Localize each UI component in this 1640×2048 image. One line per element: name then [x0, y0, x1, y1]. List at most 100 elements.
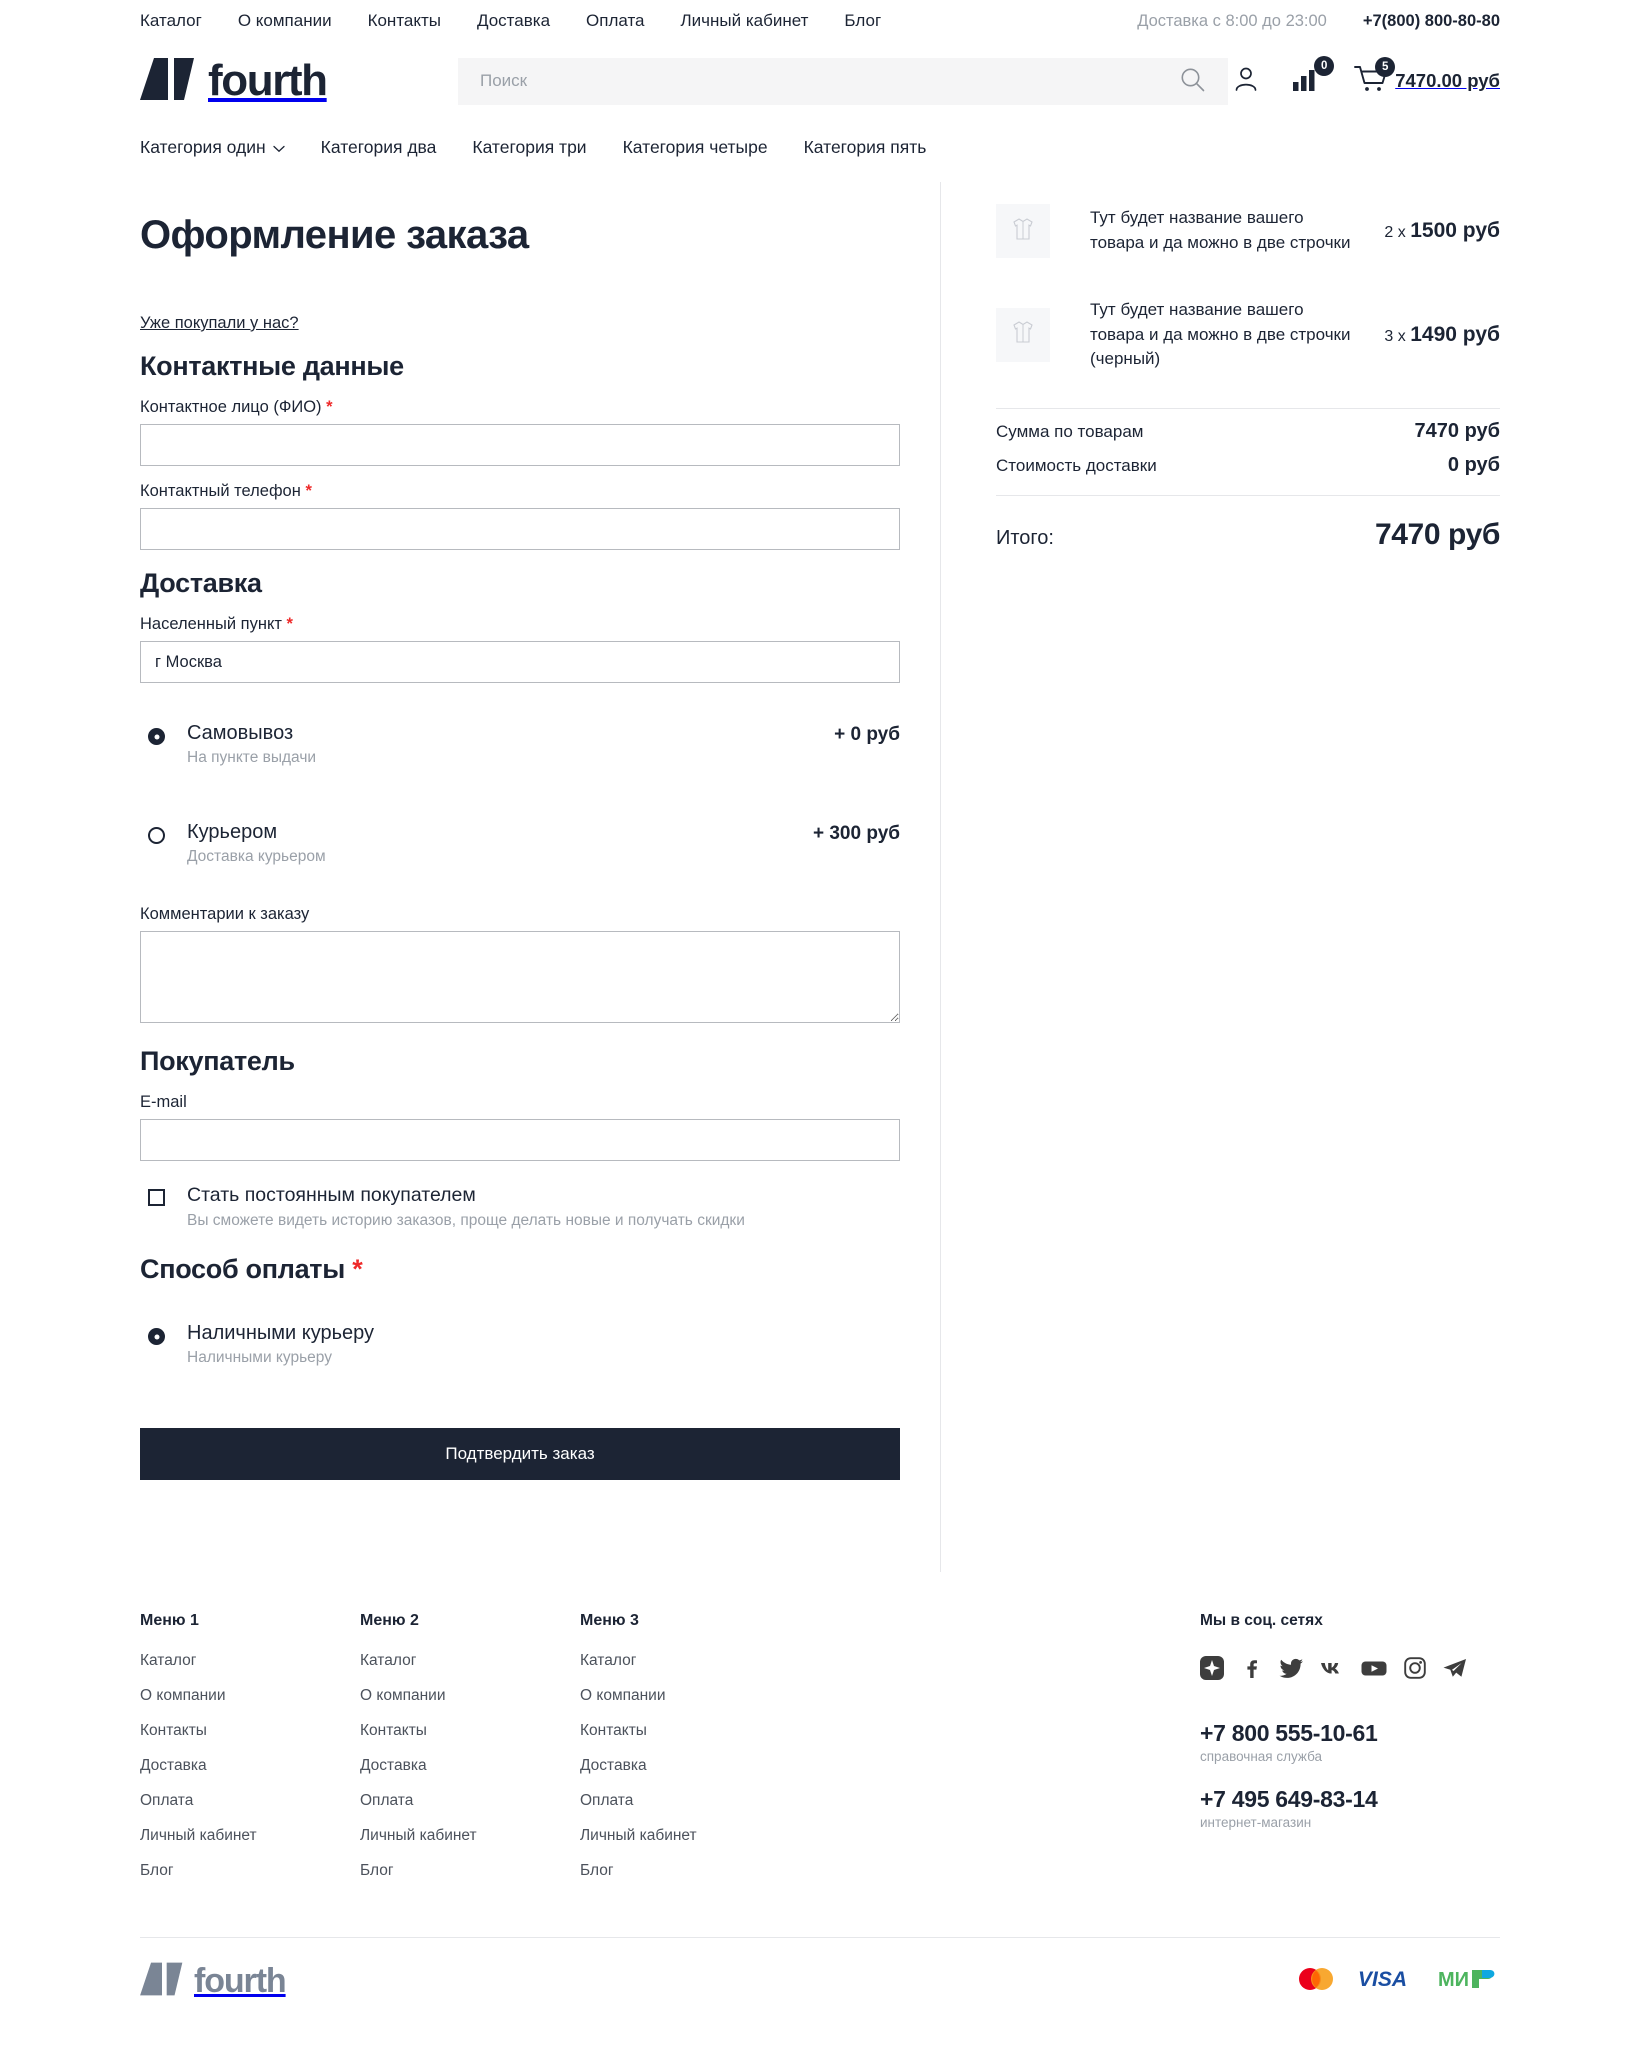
payment-heading: Способ оплаты * — [140, 1254, 900, 1285]
existing-customer-link[interactable]: Уже покупали у нас? — [140, 314, 299, 333]
header-phone-link[interactable]: +7(800) 800-80-80 — [1363, 12, 1500, 31]
submit-order-button[interactable]: Подтвердить заказ — [140, 1428, 900, 1481]
chevron-down-icon — [273, 137, 285, 158]
email-input[interactable] — [140, 1119, 900, 1161]
radio-icon-unselected[interactable] — [148, 827, 165, 844]
payment-option-cash-body: Наличными курьеру Наличными курьеру — [187, 1320, 900, 1367]
order-comment-field-group: Комментарии к заказу — [140, 905, 900, 1028]
footer-menu-2-item[interactable]: Контакты — [360, 1722, 580, 1740]
footer-menu-1-item[interactable]: Оплата — [140, 1792, 360, 1810]
multiply-symbol: x — [1397, 327, 1411, 345]
product-price-line: 3 x 1490 руб — [1384, 323, 1500, 347]
topbar-container: Каталог О компании Контакты Доставка Опл… — [100, 0, 1540, 42]
delivery-option-pickup[interactable]: Самовывоз На пункте выдачи + 0 руб — [140, 707, 900, 780]
order-comment-textarea[interactable] — [140, 931, 900, 1023]
compare-button[interactable]: 0 — [1291, 55, 1335, 98]
contact-name-label-text: Контактное лицо (ФИО) — [140, 398, 322, 416]
radio-icon-selected[interactable] — [148, 1328, 165, 1346]
catnav-item-4[interactable]: Категория четыре — [623, 137, 768, 158]
summary-product-row: Тут будет название вашего товара и да мо… — [996, 284, 1500, 398]
radio-icon-selected[interactable] — [148, 728, 165, 745]
catnav-item-1[interactable]: Категория один — [140, 137, 285, 158]
instagram-icon[interactable] — [1403, 1656, 1427, 1680]
contact-phone-input[interactable] — [140, 508, 900, 550]
twitter-icon[interactable] — [1278, 1656, 1304, 1680]
search-bar[interactable] — [458, 57, 1228, 105]
footer-menu-3-item[interactable]: Доставка — [580, 1757, 800, 1775]
topnav-item-blog[interactable]: Блог — [844, 11, 881, 31]
footer-menu-1-item[interactable]: Блог — [140, 1862, 360, 1880]
search-input[interactable] — [480, 71, 1179, 91]
footer-menu-2-item[interactable]: Оплата — [360, 1792, 580, 1810]
footer-menu-3-item[interactable]: Контакты — [580, 1722, 800, 1740]
topnav-item-payment[interactable]: Оплата — [586, 11, 644, 31]
summary-line-shipping: Стоимость доставки 0 руб — [996, 443, 1500, 477]
top-navigation: Каталог О компании Контакты Доставка Опл… — [140, 11, 881, 31]
logo-mark-icon — [140, 56, 196, 107]
user-icon — [1231, 64, 1261, 99]
city-input[interactable] — [140, 641, 900, 683]
city-label: Населенный пункт * — [140, 615, 900, 634]
facebook-icon[interactable] — [1239, 1656, 1263, 1680]
delivery-option-pickup-body: Самовывоз На пункте выдачи — [187, 720, 820, 767]
footer-menu-3-item[interactable]: О компании — [580, 1687, 800, 1705]
footer-menu-1-item[interactable]: О компании — [140, 1687, 360, 1705]
checkout-form-column: Оформление заказа Уже покупали у нас? Ко… — [140, 182, 940, 1572]
payment-option-cash[interactable]: Наличными курьеру Наличными курьеру — [140, 1307, 900, 1380]
footer-menu-3-item[interactable]: Личный кабинет — [580, 1827, 800, 1845]
site-logo[interactable]: fourth — [140, 56, 440, 107]
footer-menu-2-item[interactable]: Каталог — [360, 1652, 580, 1670]
footer-menu-1-item[interactable]: Личный кабинет — [140, 1827, 360, 1845]
footer-menu-2-item[interactable]: О компании — [360, 1687, 580, 1705]
required-marker: * — [326, 398, 333, 416]
logo-text: fourth — [208, 56, 328, 105]
delivery-option-courier[interactable]: Курьером Доставка курьером + 300 руб — [140, 806, 900, 879]
footer-menu-1-item[interactable]: Контакты — [140, 1722, 360, 1740]
footer-menu-1-item[interactable]: Доставка — [140, 1757, 360, 1775]
cart-count-badge: 5 — [1375, 56, 1396, 77]
catnav-item-5[interactable]: Категория пять — [804, 137, 927, 158]
footer-menu-3-item[interactable]: Блог — [580, 1862, 800, 1880]
vk-icon[interactable] — [1319, 1656, 1345, 1680]
checkbox-icon-unchecked[interactable] — [148, 1189, 165, 1206]
required-marker: * — [305, 482, 312, 500]
footer-menu-2-item[interactable]: Блог — [360, 1862, 580, 1880]
social-icons-row — [1200, 1656, 1500, 1680]
topnav-item-account[interactable]: Личный кабинет — [681, 11, 809, 31]
footer-menu-3-item[interactable]: Каталог — [580, 1652, 800, 1670]
footer-menu-1-item[interactable]: Каталог — [140, 1652, 360, 1670]
catnav-item-2[interactable]: Категория два — [321, 137, 437, 158]
delivery-option-courier-title: Курьером — [187, 821, 278, 843]
topnav-item-delivery[interactable]: Доставка — [477, 11, 550, 31]
telegram-icon[interactable] — [1442, 1656, 1468, 1680]
youtube-icon[interactable] — [1360, 1656, 1388, 1680]
footer-menu-3-item[interactable]: Оплата — [580, 1792, 800, 1810]
account-button[interactable] — [1231, 64, 1261, 99]
footer: Меню 1 Каталог О компании Контакты Доста… — [100, 1572, 1540, 2025]
regular-customer-row[interactable]: Стать постоянным покупателем Вы сможете … — [140, 1183, 900, 1230]
topnav-item-catalog[interactable]: Каталог — [140, 11, 202, 31]
payment-option-cash-sub: Наличными курьеру — [187, 1349, 332, 1367]
product-unit-price: 1500 руб — [1410, 219, 1500, 242]
product-unit-price: 1490 руб — [1410, 322, 1500, 346]
footer-menu-2-item[interactable]: Личный кабинет — [360, 1827, 580, 1845]
search-button[interactable] — [1179, 66, 1206, 96]
topnav-item-contacts[interactable]: Контакты — [368, 11, 441, 31]
topnav-item-about[interactable]: О компании — [238, 11, 332, 31]
footer-phone-2[interactable]: +7 495 649-83-14 — [1200, 1786, 1500, 1813]
footer-menu-2-item[interactable]: Доставка — [360, 1757, 580, 1775]
contact-phone-field-group: Контактный телефон * — [140, 482, 900, 550]
cart-button[interactable]: 5 7470.00 руб — [1353, 56, 1500, 100]
city-field-group: Населенный пункт * — [140, 615, 900, 683]
product-price-line: 2 x 1500 руб — [1384, 219, 1500, 243]
product-name: Тут будет название вашего товара и да мо… — [1090, 208, 1351, 252]
contact-name-input[interactable] — [140, 424, 900, 466]
delivery-schedule: Доставка с 8:00 до 23:00 — [1137, 11, 1327, 30]
footer-phone-1[interactable]: +7 800 555-10-61 — [1200, 1720, 1500, 1747]
cart-total-amount: 7470.00 руб — [1395, 70, 1500, 91]
catnav-item-3[interactable]: Категория три — [472, 137, 586, 158]
footer-menu-1-title: Меню 1 — [140, 1612, 199, 1629]
footer-logo[interactable]: fourth — [140, 1961, 287, 2002]
odnoklassniki-icon[interactable] — [1200, 1656, 1224, 1680]
masthead: fourth Поиск 0 5 7470.00 руб — [140, 42, 1500, 120]
